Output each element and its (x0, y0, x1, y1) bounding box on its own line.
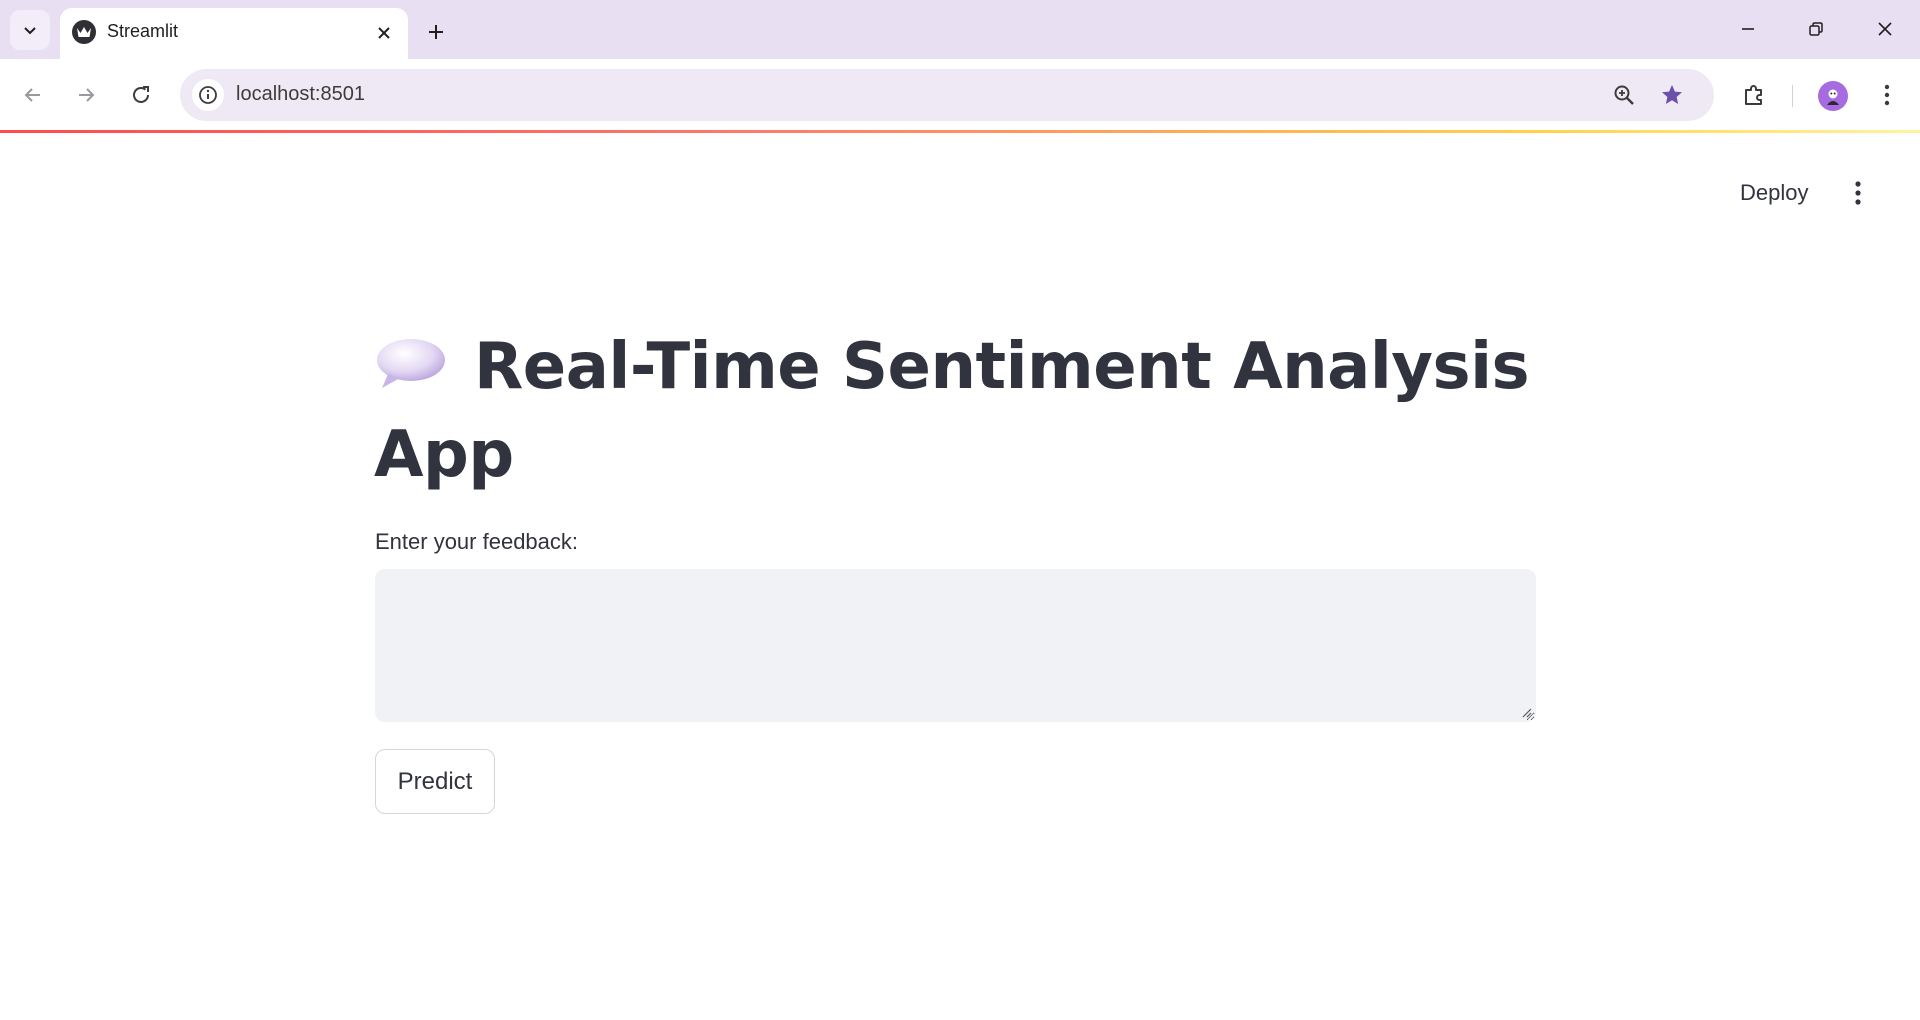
zoom-button[interactable] (1610, 81, 1638, 109)
site-info-button[interactable] (192, 79, 224, 111)
feedback-label: Enter your feedback: (375, 529, 579, 554)
profile-icon (1827, 89, 1839, 105)
close-window-button[interactable] (1862, 9, 1908, 49)
toolbar-divider (1792, 85, 1793, 107)
puzzle-icon (1745, 85, 1762, 105)
star-icon (1662, 85, 1682, 104)
app-main-menu-button[interactable] (1840, 173, 1876, 213)
arrow-right-icon (79, 88, 95, 102)
back-button[interactable] (13, 75, 53, 115)
reload-button[interactable] (121, 75, 161, 115)
more-vertical-icon (1855, 181, 1861, 205)
restore-window-button[interactable] (1793, 9, 1839, 49)
minimize-window-button[interactable] (1725, 9, 1771, 49)
chevron-down-icon (24, 27, 36, 35)
feedback-textarea[interactable] (375, 569, 1536, 722)
reload-icon (133, 86, 149, 103)
close-icon (378, 27, 390, 39)
zoom-in-icon (1614, 85, 1634, 105)
restore-icon (1809, 22, 1823, 36)
url-text: localhost:8501 (236, 83, 365, 105)
browser-tab[interactable]: Streamlit (60, 8, 408, 59)
deploy-button[interactable]: Deploy (1728, 173, 1820, 213)
address-bar[interactable]: localhost:8501 (180, 69, 1714, 121)
extensions-button[interactable] (1734, 75, 1774, 115)
browser-toolbar: localhost:8501 (0, 59, 1920, 131)
tab-search-button[interactable] (10, 10, 50, 50)
streamlit-favicon-icon (72, 20, 96, 44)
more-vertical-icon (1884, 84, 1890, 106)
streamlit-app: Deploy Real-Time Sentiment Analysis App … (0, 133, 1920, 1020)
predict-button[interactable]: Predict (375, 749, 495, 814)
info-icon (199, 86, 217, 104)
browser-menu-button[interactable] (1867, 75, 1907, 115)
arrow-left-icon (24, 88, 40, 102)
speech-balloon-icon (377, 339, 445, 388)
resize-handle-icon[interactable] (1520, 706, 1532, 718)
profile-avatar[interactable] (1818, 81, 1848, 111)
browser-tab-strip: Streamlit (0, 0, 1920, 59)
page-title-text: Real-Time Sentiment Analysis App (374, 330, 1530, 492)
forward-button[interactable] (66, 75, 106, 115)
bookmark-button[interactable] (1658, 81, 1686, 109)
tab-title: Streamlit (107, 21, 179, 41)
page-title: Real-Time Sentiment Analysis App (374, 323, 1534, 499)
plus-icon (429, 25, 443, 39)
new-tab-button[interactable] (418, 14, 454, 50)
tab-close-button[interactable] (372, 21, 396, 45)
close-icon (1878, 22, 1892, 36)
minimize-icon (1742, 28, 1754, 30)
